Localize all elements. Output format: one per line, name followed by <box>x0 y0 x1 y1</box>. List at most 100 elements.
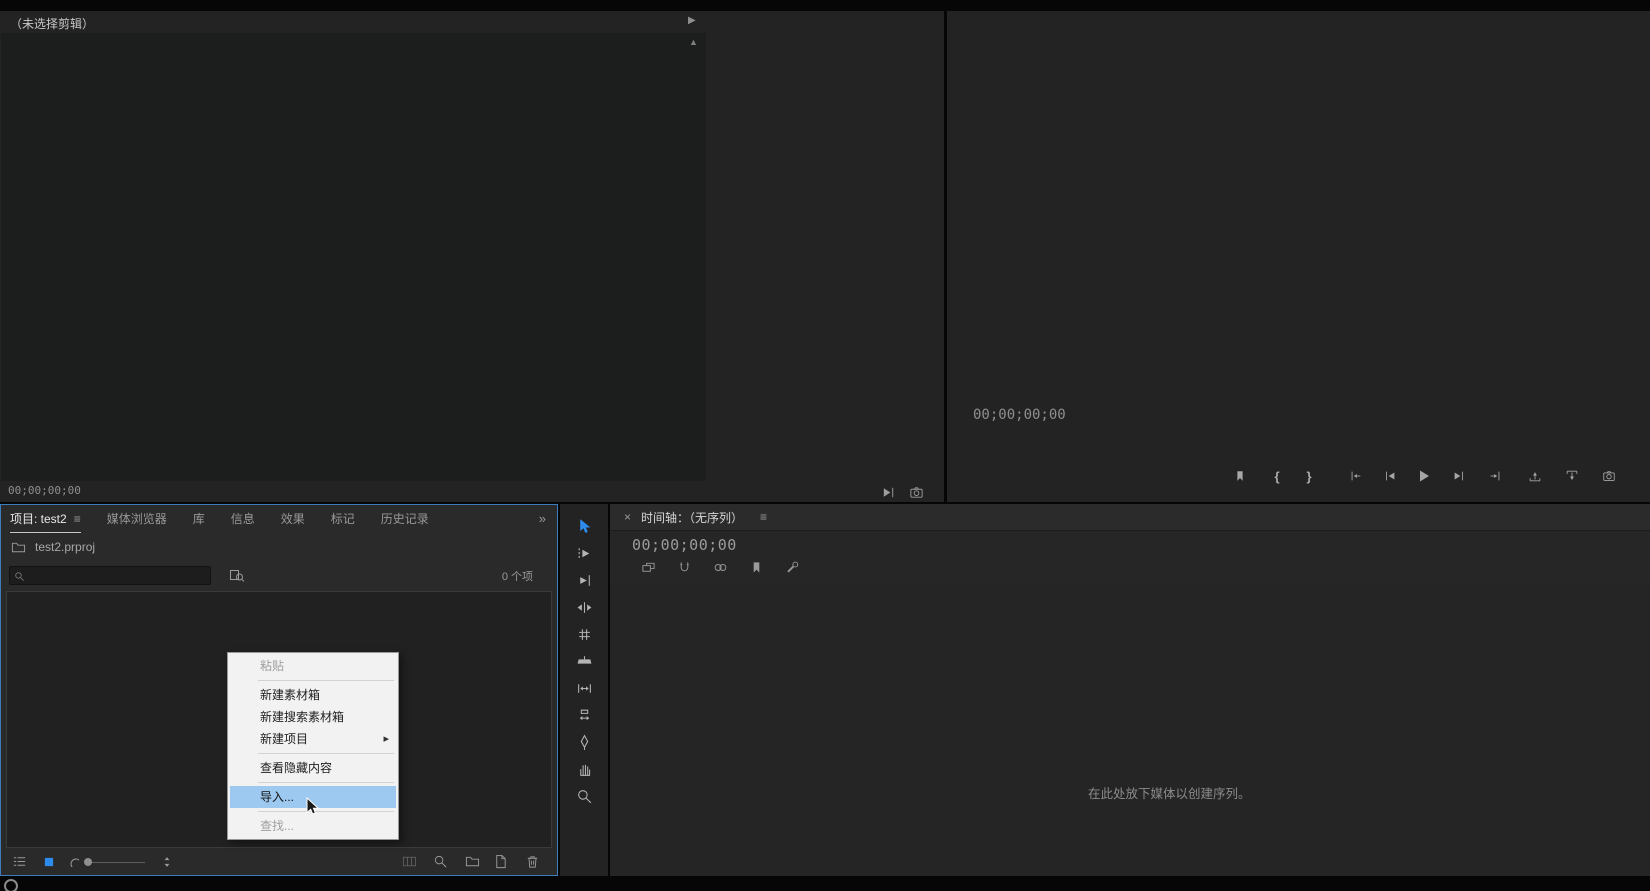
add-marker-icon <box>749 560 764 575</box>
new-bin-icon <box>465 854 480 869</box>
linked-selection-button[interactable] <box>712 559 729 576</box>
timeline-panel: × 时间轴：（无序列） ≡ 00;00;00;00 在此处放下媒体以创建序列。 <box>610 504 1650 876</box>
lift-icon <box>1528 469 1542 483</box>
slide-tool-button[interactable] <box>575 707 593 724</box>
timeline-settings-button[interactable] <box>784 559 801 576</box>
add-marker-icon <box>1233 469 1247 483</box>
breadcrumb: test2.prproj <box>1 532 557 562</box>
panel-menu-icon[interactable]: ≡ <box>760 510 767 524</box>
icon-view-button[interactable] <box>39 853 59 871</box>
step-back-button[interactable] <box>1381 467 1399 485</box>
zoom-slider[interactable] <box>84 857 145 866</box>
find-button[interactable] <box>430 853 450 871</box>
tab-effects[interactable]: 效果 <box>281 510 305 527</box>
tab-info[interactable]: 信息 <box>231 510 255 527</box>
new-item-icon <box>493 854 508 869</box>
timeline-drop-area[interactable]: 在此处放下媒体以创建序列。 <box>610 583 1650 876</box>
search-input[interactable] <box>10 567 210 584</box>
automate-to-sequence-button[interactable] <box>399 853 419 871</box>
create-search-bin-button[interactable] <box>227 565 247 585</box>
chevron-right-icon[interactable]: ▶ <box>688 15 696 26</box>
new-bin-button[interactable] <box>462 853 482 871</box>
timeline-tab-bar: × 时间轴：（无序列） ≡ <box>610 504 1650 531</box>
go-to-out-icon <box>1488 469 1502 483</box>
icon-view-icon <box>43 856 55 868</box>
step-forward-button[interactable] <box>1450 467 1468 485</box>
add-marker-button[interactable] <box>1231 467 1249 485</box>
program-timecode[interactable]: 00;00;00;00 <box>973 407 1066 423</box>
list-view-button[interactable] <box>9 853 29 871</box>
tab-media-browser[interactable]: 媒体浏览器 <box>107 510 167 527</box>
ripple-edit-tool-button[interactable] <box>575 572 593 589</box>
tab-markers[interactable]: 标记 <box>331 510 355 527</box>
export-frame-icon <box>909 485 924 500</box>
pen-tool-button[interactable] <box>575 734 593 751</box>
menu-item-new-bin[interactable]: 新建素材箱 <box>228 684 398 706</box>
magnet-icon <box>677 560 692 575</box>
tab-overflow-button[interactable]: » <box>539 511 557 526</box>
tab-libraries[interactable]: 库 <box>193 510 205 527</box>
menu-item-view-hidden[interactable]: 查看隐藏内容 <box>228 757 398 779</box>
zoom-tool-button[interactable] <box>575 788 593 805</box>
insert-overwrite-sequence-button[interactable] <box>640 559 657 576</box>
clear-button[interactable] <box>522 853 542 871</box>
razor-tool-button[interactable] <box>575 653 593 670</box>
timeline-timecode[interactable]: 00;00;00;00 <box>632 536 737 554</box>
scroll-up-icon[interactable]: ▲ <box>689 37 698 47</box>
project-panel-tab-bar: 项目: test2 ≡ 媒体浏览器 库 信息 效果 标记 历史记录 » <box>1 505 557 533</box>
export-frame-button[interactable] <box>1600 467 1618 485</box>
hand-tool-button[interactable] <box>575 761 593 778</box>
panel-menu-icon[interactable]: ≡ <box>74 512 81 526</box>
slip-tool-button[interactable] <box>575 680 593 697</box>
timeline-tab-title[interactable]: 时间轴：（无序列） <box>641 509 743 526</box>
step-back-icon <box>1383 469 1397 483</box>
mark-in-icon: { <box>1274 468 1280 484</box>
zoom-out-button[interactable] <box>63 853 83 871</box>
play-in-to-out-button[interactable] <box>878 483 898 501</box>
rate-stretch-tool-icon <box>576 626 593 643</box>
extract-button[interactable] <box>1563 467 1581 485</box>
razor-tool-icon <box>576 653 593 670</box>
lift-button[interactable] <box>1526 467 1544 485</box>
selection-tool-button[interactable] <box>575 518 593 535</box>
slip-tool-icon <box>576 680 593 697</box>
menu-separator <box>258 811 394 812</box>
snap-button[interactable] <box>676 559 693 576</box>
tab-history[interactable]: 历史记录 <box>381 510 429 527</box>
find-icon <box>433 854 448 869</box>
source-monitor-view[interactable] <box>1 33 706 481</box>
mark-out-button[interactable]: } <box>1300 467 1318 485</box>
track-select-forward-tool-button[interactable] <box>575 545 593 562</box>
menu-separator <box>258 680 394 681</box>
add-marker-button[interactable] <box>748 559 765 576</box>
step-forward-icon <box>1452 469 1466 483</box>
taskbar-icon[interactable] <box>4 879 18 891</box>
project-panel-toolbar <box>1 848 557 875</box>
automate-to-sequence-icon <box>402 854 417 869</box>
mark-out-icon: } <box>1306 468 1312 484</box>
project-file-name[interactable]: test2.prproj <box>35 540 95 554</box>
mark-in-button[interactable]: { <box>1268 467 1286 485</box>
go-to-out-button[interactable] <box>1486 467 1504 485</box>
link-icon <box>713 560 728 575</box>
rolling-edit-tool-button[interactable] <box>575 599 593 616</box>
source-monitor-title: （未选择剪辑） <box>10 17 95 31</box>
menu-separator <box>258 782 394 783</box>
play-button[interactable] <box>1415 467 1433 485</box>
go-to-in-button[interactable] <box>1347 467 1365 485</box>
new-item-button[interactable] <box>490 853 510 871</box>
source-timecode[interactable]: 00;00;00;00 <box>8 484 81 497</box>
close-icon[interactable]: × <box>624 510 631 524</box>
premiere-app-window: （未选择剪辑） ▶ ▲ 00;00;00;00 00;00;00;00 { } … <box>0 0 1650 891</box>
source-monitor-panel: （未选择剪辑） ▶ ▲ 00;00;00;00 <box>0 11 944 502</box>
sort-icons-button[interactable] <box>157 853 177 871</box>
zoom-slider-thumb[interactable] <box>84 857 92 866</box>
menu-separator <box>258 753 394 754</box>
rate-stretch-tool-button[interactable] <box>575 626 593 643</box>
menu-item-new-search-bin[interactable]: 新建搜索素材箱 <box>228 706 398 728</box>
export-frame-button[interactable] <box>906 483 926 501</box>
tab-project[interactable]: 项目: test2 ≡ <box>10 510 81 533</box>
program-monitor-panel: 00;00;00;00 { } <box>947 11 1650 502</box>
menu-item-new-item[interactable]: 新建项目 ▸ <box>228 728 398 750</box>
menu-item-label: 新建项目 <box>260 732 309 746</box>
